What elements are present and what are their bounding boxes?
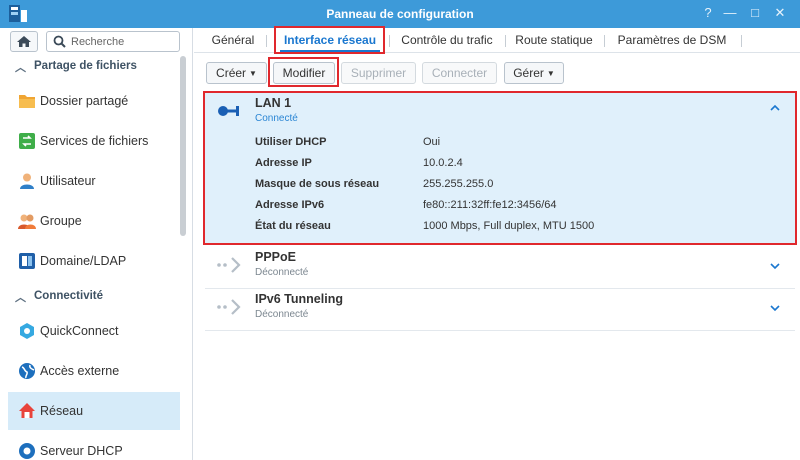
chevron-down-icon[interactable] xyxy=(769,261,781,271)
sidebar-item-label: Domaine/LDAP xyxy=(40,254,127,268)
search-icon xyxy=(53,35,66,48)
section-connectivity[interactable]: ︿ Connectivité xyxy=(0,286,180,308)
sidebar-item-external-access[interactable]: Accès externe xyxy=(8,352,180,390)
search-input[interactable] xyxy=(71,34,176,49)
tab-divider xyxy=(266,35,267,47)
create-button-label: Créer xyxy=(216,66,247,80)
property-label: Adresse IP xyxy=(255,157,312,169)
interface-name: PPPoE xyxy=(255,250,296,264)
close-icon[interactable]: ✕ xyxy=(772,5,788,21)
manage-button[interactable]: Gérer ▼ xyxy=(504,62,564,84)
user-icon xyxy=(20,173,34,189)
sidebar: ︿ Partage de fichiers Dossier partagé Se… xyxy=(0,28,193,460)
chevron-up-icon: ︿ xyxy=(15,62,26,74)
interface-pppoe[interactable]: PPPoE Déconnecté xyxy=(205,247,795,287)
group-icon xyxy=(18,214,36,229)
interface-ipv6-tunneling[interactable]: IPv6 Tunneling Déconnecté xyxy=(205,289,795,329)
sidebar-item-network[interactable]: Réseau xyxy=(8,392,180,430)
globe-icon xyxy=(19,363,35,379)
sidebar-item-label: Dossier partagé xyxy=(40,94,129,108)
section-file-sharing[interactable]: ︿ Partage de fichiers xyxy=(0,56,180,78)
tab-static-route[interactable]: Route statique xyxy=(512,31,596,52)
dhcp-icon xyxy=(19,443,35,459)
maximize-icon[interactable]: □ xyxy=(747,5,763,21)
connected-link-icon xyxy=(218,106,239,116)
quickconnect-icon xyxy=(20,323,34,339)
property-label: État du réseau xyxy=(255,220,331,232)
sidebar-item-label: Accès externe xyxy=(40,364,120,378)
interface-divider xyxy=(205,330,795,331)
tab-dsm-settings[interactable]: Paramètres de DSM xyxy=(612,31,732,52)
property-label: Masque de sous réseau xyxy=(255,178,380,190)
property-value: 1000 Mbps, Full duplex, MTU 1500 xyxy=(423,220,595,232)
sidebar-item-file-services[interactable]: Services de fichiers xyxy=(8,122,180,160)
caret-down-icon: ▼ xyxy=(546,69,555,78)
help-icon[interactable]: ? xyxy=(700,5,716,21)
property-label: Utiliser DHCP xyxy=(255,136,327,148)
property-value: 255.255.255.0 xyxy=(423,178,494,190)
tab-general[interactable]: Général xyxy=(208,31,258,52)
delete-button[interactable]: Supprimer xyxy=(341,62,416,84)
connect-button[interactable]: Connecter xyxy=(422,62,497,84)
property-label: Adresse IPv6 xyxy=(255,199,325,211)
folder-icon xyxy=(19,95,35,108)
sidebar-item-label: Utilisateur xyxy=(40,174,96,188)
tab-divider xyxy=(604,35,605,47)
sidebar-scrollbar[interactable] xyxy=(180,56,186,236)
sidebar-item-quickconnect[interactable]: QuickConnect xyxy=(8,312,180,350)
interface-status: Déconnecté xyxy=(255,309,309,320)
minimize-icon[interactable]: — xyxy=(722,5,738,21)
interface-status: Connecté xyxy=(255,113,298,124)
interface-name: IPv6 Tunneling xyxy=(255,292,343,306)
tab-divider xyxy=(741,35,742,47)
chevron-down-icon[interactable] xyxy=(769,303,781,313)
property-value: fe80::211:32ff:fe12:3456/64 xyxy=(423,199,557,211)
sidebar-item-dhcp-server[interactable]: Serveur DHCP xyxy=(8,432,180,460)
modify-button[interactable]: Modifier xyxy=(273,62,335,84)
title-bar: Panneau de configuration ? — □ ✕ xyxy=(0,0,800,28)
tab-network-interface[interactable]: Interface réseau xyxy=(280,31,380,52)
domain-icon xyxy=(19,253,35,269)
interface-status: Déconnecté xyxy=(255,267,309,278)
file-services-icon xyxy=(19,133,35,149)
sidebar-item-domain-ldap[interactable]: Domaine/LDAP xyxy=(8,242,180,280)
sidebar-item-label: Services de fichiers xyxy=(40,134,149,148)
chevron-up-icon[interactable] xyxy=(769,103,781,113)
interface-name: LAN 1 xyxy=(255,96,292,110)
search-box[interactable] xyxy=(46,31,180,52)
tab-divider xyxy=(389,35,390,47)
chevron-up-icon: ︿ xyxy=(15,292,26,304)
sidebar-item-label: QuickConnect xyxy=(40,324,119,338)
disconnected-link-icon xyxy=(217,257,241,273)
sidebar-item-shared-folder[interactable]: Dossier partagé xyxy=(8,82,180,120)
property-value: 10.0.2.4 xyxy=(423,157,463,169)
sidebar-item-label: Réseau xyxy=(40,404,84,418)
active-tab-indicator xyxy=(280,50,380,52)
home-icon xyxy=(17,36,31,47)
interface-lan1[interactable]: LAN 1 Connecté Utiliser DHCP Oui Adresse… xyxy=(205,93,795,243)
network-home-icon xyxy=(19,403,35,418)
sidebar-item-label: Groupe xyxy=(40,214,82,228)
property-value: Oui xyxy=(423,136,441,148)
sidebar-item-group[interactable]: Groupe xyxy=(8,202,180,240)
tab-traffic-control[interactable]: Contrôle du trafic xyxy=(397,31,497,52)
sidebar-item-label: Serveur DHCP xyxy=(40,444,123,458)
tab-divider xyxy=(505,35,506,47)
window-title: Panneau de configuration xyxy=(326,7,474,21)
disconnected-link-icon xyxy=(217,299,241,315)
manage-button-label: Gérer xyxy=(513,66,544,80)
caret-down-icon: ▼ xyxy=(249,69,257,78)
create-button[interactable]: Créer ▼ xyxy=(206,62,267,84)
home-button[interactable] xyxy=(10,31,38,52)
sidebar-item-user[interactable]: Utilisateur xyxy=(8,162,180,200)
tab-bar: Général Interface réseau Contrôle du tra… xyxy=(194,28,800,53)
